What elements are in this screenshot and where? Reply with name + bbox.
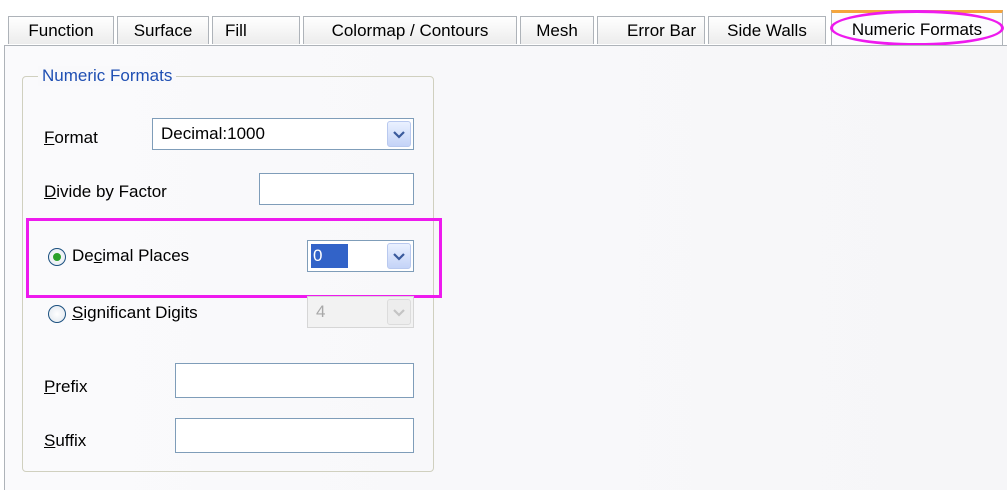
decimal-places-label-rest: imal Places bbox=[102, 246, 190, 265]
significant-digits-label-rest: ignificant Digits bbox=[83, 303, 198, 322]
format-select-value: Decimal:1000 bbox=[161, 124, 265, 143]
tab-colormap-contours[interactable]: Colormap / Contours bbox=[303, 16, 517, 44]
suffix-label-key: S bbox=[44, 431, 56, 450]
tab-bar: Function Surface Fill Colormap / Contour… bbox=[0, 0, 1007, 46]
chevron-down-icon bbox=[393, 252, 405, 261]
significant-digits-select[interactable]: 4 bbox=[307, 296, 414, 328]
divide-factor-input[interactable] bbox=[259, 173, 414, 205]
suffix-label: Suffix bbox=[44, 431, 86, 451]
tab-fill[interactable]: Fill bbox=[212, 16, 300, 44]
tab-surface[interactable]: Surface bbox=[117, 16, 209, 44]
group-title: Numeric Formats bbox=[38, 66, 177, 86]
radio-selected-dot bbox=[53, 253, 61, 261]
divide-label-key: D bbox=[44, 182, 57, 201]
tab-function[interactable]: Function bbox=[8, 16, 114, 44]
prefix-label-key: P bbox=[44, 377, 56, 396]
format-label-rest: ormat bbox=[54, 128, 98, 147]
suffix-input[interactable] bbox=[175, 418, 414, 453]
format-label-key: F bbox=[44, 128, 55, 147]
prefix-input[interactable] bbox=[175, 363, 414, 398]
decimal-places-label-key: c bbox=[93, 246, 103, 265]
decimal-places-radio[interactable] bbox=[48, 248, 66, 266]
format-select[interactable]: Decimal:1000 bbox=[152, 118, 414, 150]
significant-digits-label-key: S bbox=[72, 303, 84, 322]
prefix-label: Prefix bbox=[44, 377, 87, 397]
divide-label: Divide by Factor bbox=[44, 182, 167, 202]
tab-numeric-formats[interactable]: Numeric Formats bbox=[831, 10, 1003, 46]
significant-digits-value: 4 bbox=[316, 302, 326, 321]
suffix-label-rest: uffix bbox=[55, 431, 87, 450]
decimal-places-value: 0 bbox=[311, 244, 349, 268]
significant-digits-label[interactable]: Significant Digits bbox=[72, 303, 198, 323]
tab-error-bar[interactable]: Error Bar bbox=[597, 16, 705, 44]
decimal-places-dropdown-button[interactable] bbox=[387, 243, 411, 269]
tab-side-walls[interactable]: Side Walls bbox=[708, 16, 826, 44]
tab-mesh[interactable]: Mesh bbox=[520, 16, 594, 44]
chevron-down-icon bbox=[393, 130, 405, 139]
decimal-places-label-pre: De bbox=[72, 246, 94, 265]
format-dropdown-button[interactable] bbox=[387, 121, 411, 147]
divide-label-rest: ivide by Factor bbox=[56, 182, 167, 201]
decimal-places-label[interactable]: Decimal Places bbox=[72, 246, 189, 266]
format-label: Format bbox=[44, 128, 98, 148]
significant-digits-dropdown-button[interactable] bbox=[387, 299, 411, 325]
prefix-label-rest: refix bbox=[55, 377, 88, 396]
significant-digits-radio[interactable] bbox=[48, 305, 66, 323]
chevron-down-icon bbox=[393, 308, 405, 317]
decimal-places-select[interactable]: 0 bbox=[307, 240, 414, 272]
